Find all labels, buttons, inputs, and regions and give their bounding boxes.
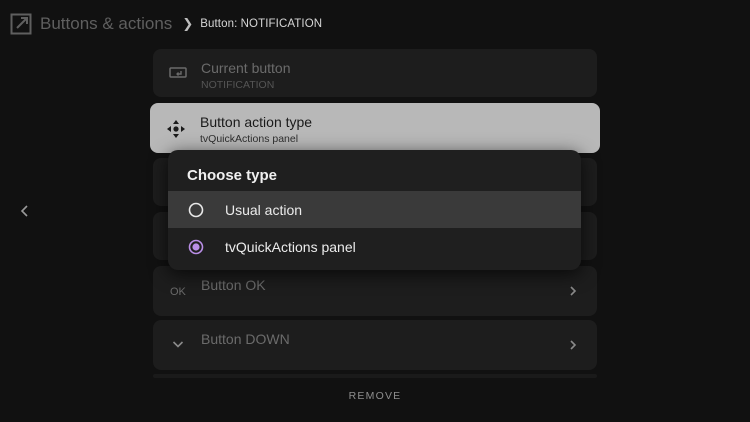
choose-type-dialog: Choose type Usual action tvQuickActions … [168,150,581,270]
button-ok-item[interactable]: OK Button OK [153,266,597,316]
chevron-right-icon [570,286,577,296]
remote-button-icon [169,67,187,78]
header: Buttons & actions ❯ Button: NOTIFICATION [10,12,322,36]
button-action-type-item[interactable]: Button action type tvQuickActions panel [150,103,600,153]
action-type-label: Button action type [200,114,313,130]
remove-button[interactable]: REMOVE [0,390,750,402]
dialog-title: Choose type [187,167,278,184]
page-title: Buttons & actions [40,14,173,33]
radio-checked-icon [188,239,204,255]
option-usual-action[interactable]: Usual action [168,191,581,228]
breadcrumb-chevron-icon: ❯ [182,16,194,31]
ok-icon: OK [170,286,186,298]
option-label: tvQuickActions panel [225,239,356,255]
action-type-value: tvQuickActions panel [200,133,299,145]
radio-unchecked-icon [188,202,204,218]
dpad-move-icon [167,120,185,138]
option-tvquickactions-panel[interactable]: tvQuickActions panel [168,228,581,265]
breadcrumb: Button: NOTIFICATION [200,18,323,30]
button-ok-label: Button OK [201,277,266,293]
current-button-item[interactable]: Current button NOTIFICATION [153,49,597,97]
current-button-value: NOTIFICATION [201,79,275,91]
current-button-label: Current button [201,60,291,76]
list-item[interactable] [153,374,597,378]
button-down-label: Button DOWN [201,331,290,347]
back-chevron-icon[interactable] [18,202,32,220]
chevron-right-icon [570,340,577,350]
edit-square-icon [10,13,32,35]
chevron-down-icon [172,341,184,348]
option-label: Usual action [225,202,303,218]
button-down-item[interactable]: Button DOWN [153,320,597,370]
